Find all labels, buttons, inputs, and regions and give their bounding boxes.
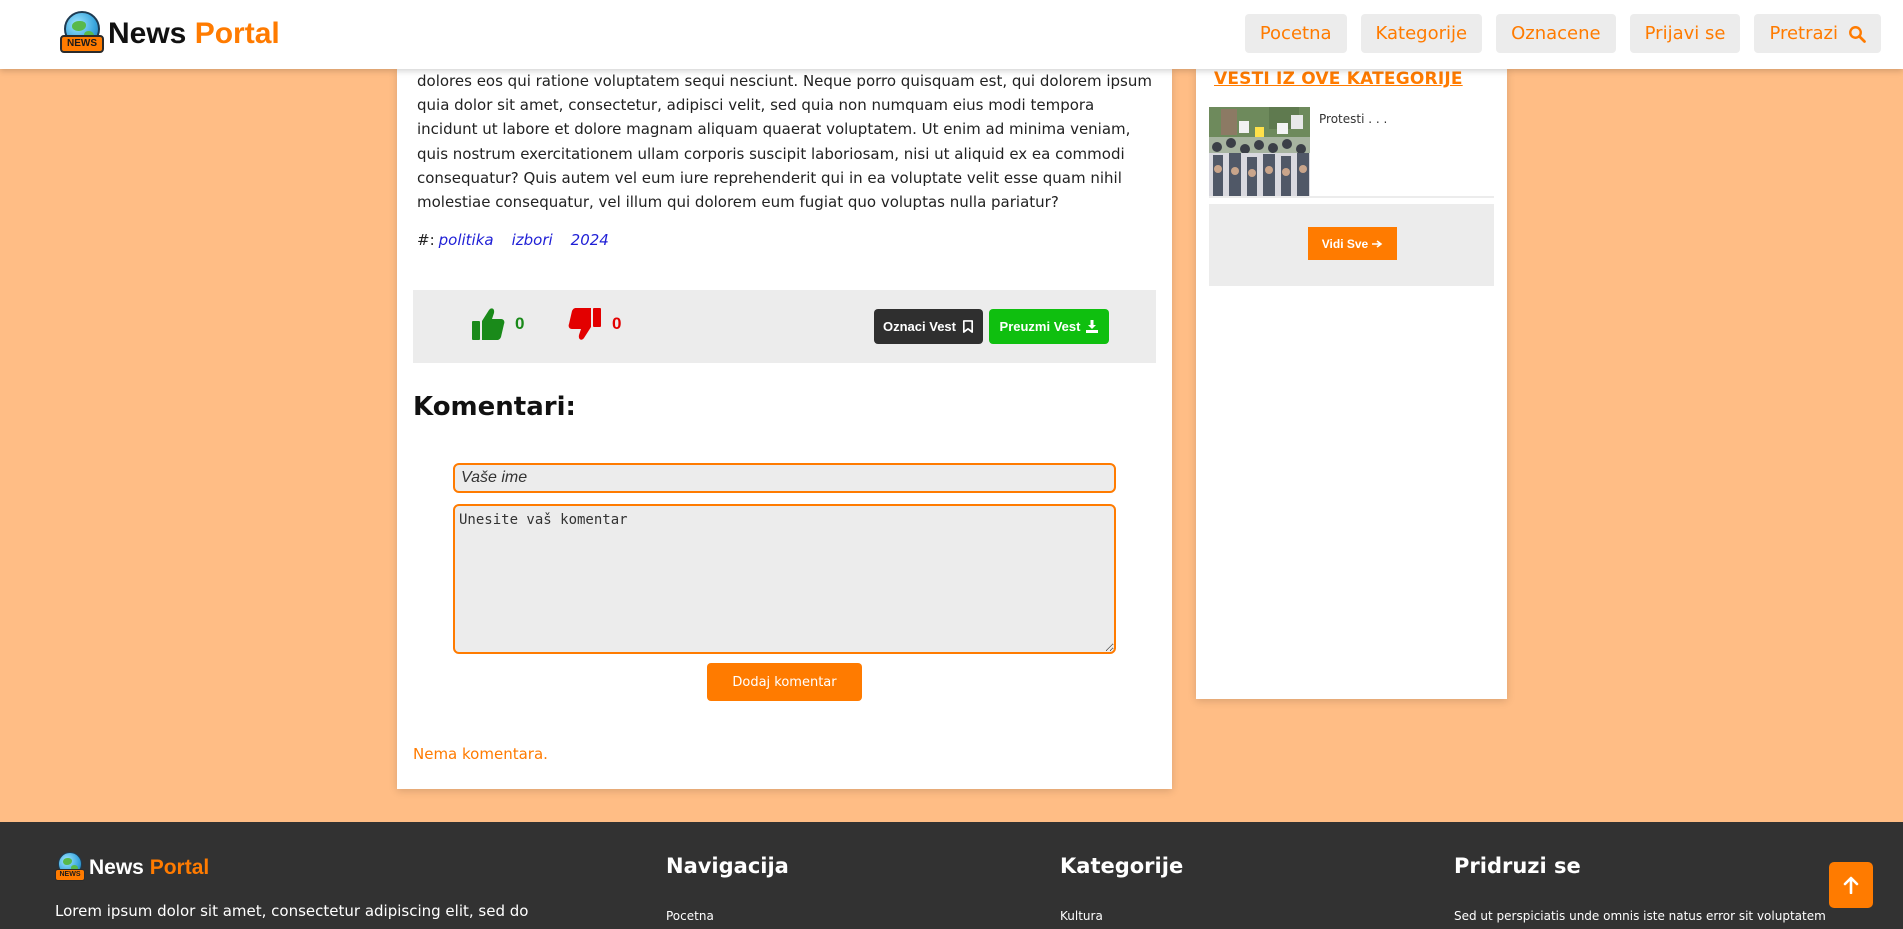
footer-category-link[interactable]: Kultura (1060, 909, 1103, 923)
site-footer: NEWS News Portal Lorem ipsum dolor sit a… (0, 822, 1903, 929)
add-comment-button[interactable]: Dodaj komentar (707, 663, 862, 701)
footer-logo-word-portal: Portal (149, 856, 210, 879)
download-icon (1086, 320, 1099, 333)
nav-marked-button[interactable]: Oznacene (1496, 14, 1616, 53)
footer-nav-title: Navigacija (666, 854, 789, 878)
footer-logo[interactable]: NEWS News Portal (55, 852, 209, 884)
see-all-label: Vidi Sve (1321, 236, 1369, 251)
thumbs-down-icon (568, 308, 601, 340)
tag-link[interactable]: 2024 (571, 231, 609, 249)
category-sidebar: VESTI IZ OVE KATEGORIJE Protesti . . . V… (1196, 69, 1507, 699)
site-header: NEWS News Portal Pocetna Kategorije Ozna… (0, 0, 1903, 69)
arrow-right-icon (1372, 239, 1383, 248)
mark-article-button[interactable]: Oznaci Vest (874, 309, 983, 344)
nav-home-label: Pocetna (1259, 23, 1332, 44)
article-body: dolores eos qui ratione voluptatem sequi… (417, 72, 1152, 212)
tag-link[interactable]: politika (439, 231, 494, 249)
news-thumbnail-image (1209, 107, 1310, 196)
nav-marked-label: Oznacene (1511, 23, 1601, 44)
bookmark-icon (962, 320, 973, 333)
name-input[interactable] (453, 463, 1116, 493)
mark-article-label: Oznaci Vest (883, 319, 956, 334)
nav-categories-button[interactable]: Kategorije (1360, 14, 1483, 53)
site-logo[interactable]: NEWS News Portal (60, 11, 280, 57)
sidebar-title[interactable]: VESTI IZ OVE KATEGORIJE (1214, 69, 1463, 89)
logo-word-news: News (108, 17, 187, 50)
tags-prefix: #: (417, 231, 435, 249)
nav-search-button[interactable]: Pretrazi (1754, 14, 1881, 53)
like-button[interactable]: 0 (471, 306, 524, 342)
footer-join-title: Pridruzi se (1454, 854, 1581, 878)
footer-logo-word-news: News (89, 856, 144, 879)
dislike-count: 0 (612, 314, 622, 333)
main-nav: Pocetna Kategorije Oznacene Prijavi se P… (1244, 14, 1881, 53)
see-all-box: Vidi Sve (1209, 204, 1494, 286)
footer-logo-text: News Portal (89, 856, 209, 880)
footer-description: Lorem ipsum dolor sit amet, consectetur … (55, 902, 529, 920)
nav-home-button[interactable]: Pocetna (1244, 14, 1347, 53)
tag-link[interactable]: izbori (512, 231, 553, 249)
article-tags: #: politika izbori 2024 (417, 231, 623, 249)
footer-join-text: Sed ut perspiciatis unde omnis iste natu… (1454, 909, 1826, 923)
logo-word-portal: Portal (194, 17, 280, 50)
arrow-up-icon (1843, 876, 1859, 894)
download-article-button[interactable]: Preuzmi Vest (989, 309, 1109, 344)
article-actions-bar: 0 0 Oznaci Vest Preuzmi Vest (413, 290, 1156, 363)
news-item-caption: Protesti . . . (1319, 112, 1388, 126)
see-all-button[interactable]: Vidi Sve (1308, 227, 1397, 260)
nav-login-button[interactable]: Prijavi se (1629, 14, 1741, 53)
nav-categories-label: Kategorije (1375, 23, 1468, 44)
sidebar-news-item[interactable]: Protesti . . . (1209, 107, 1494, 198)
footer-categories-title: Kategorije (1060, 854, 1184, 878)
logo-globe-icon: NEWS (60, 11, 106, 57)
dislike-button[interactable]: 0 (568, 306, 621, 342)
no-comments-text: Nema komentara. (413, 745, 548, 763)
footer-nav-home-link[interactable]: Pocetna (666, 909, 714, 923)
footer-logo-badge-text: NEWS (55, 869, 85, 881)
footer-logo-globe-icon: NEWS (55, 852, 87, 884)
comment-textarea[interactable] (453, 504, 1116, 654)
logo-text: News Portal (108, 17, 280, 51)
like-count: 0 (515, 314, 525, 333)
nav-search-label: Pretrazi (1769, 23, 1838, 44)
thumbs-up-icon (472, 308, 505, 340)
logo-badge-text: NEWS (60, 35, 104, 53)
search-icon (1849, 25, 1866, 43)
download-article-label: Preuzmi Vest (999, 319, 1081, 334)
article-card: dolores eos qui ratione voluptatem sequi… (397, 69, 1172, 789)
nav-login-label: Prijavi se (1644, 23, 1726, 44)
comments-title: Komentari: (413, 392, 576, 422)
scroll-to-top-button[interactable] (1829, 862, 1873, 908)
